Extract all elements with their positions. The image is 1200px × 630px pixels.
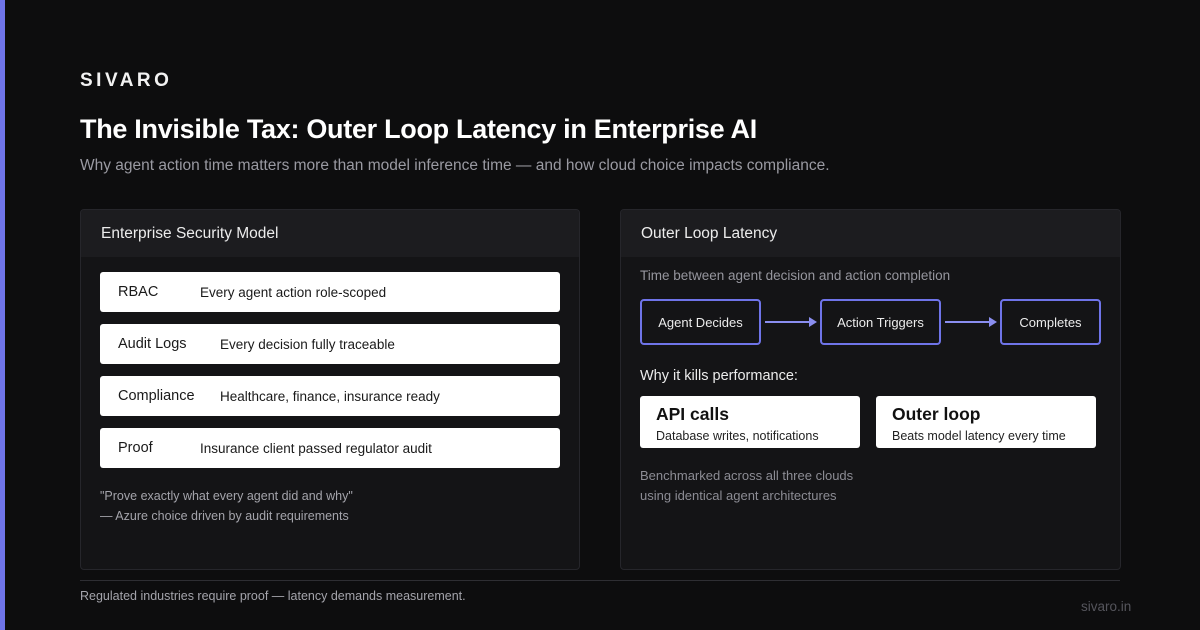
site-link[interactable]: sivaro.in — [1081, 599, 1131, 614]
security-row-value: Every agent action role-scoped — [200, 284, 387, 300]
security-row-proof: Proof Insurance client passed regulator … — [100, 428, 560, 468]
security-row-value: Every decision fully traceable — [220, 336, 395, 352]
latency-panel-heading: Outer Loop Latency — [621, 210, 1120, 257]
footer-text: Regulated industries require proof — lat… — [80, 589, 466, 603]
flow-arrow-icon — [765, 317, 817, 327]
benchmark-note-line-2: using identical agent architectures — [640, 488, 837, 503]
security-row-key: Compliance — [118, 388, 195, 404]
latency-panel: Outer Loop Latency Time between agent de… — [620, 209, 1121, 570]
security-row-compliance: Compliance Healthcare, finance, insuranc… — [100, 376, 560, 416]
footer-divider — [80, 580, 1120, 581]
page-title: The Invisible Tax: Outer Loop Latency in… — [80, 114, 757, 144]
brand-logo: SIVARO — [80, 70, 173, 91]
security-row-value: Insurance client passed regulator audit — [200, 440, 432, 456]
card-subtitle: Beats model latency every time — [892, 429, 1066, 443]
page-subtitle: Why agent action time matters more than … — [80, 157, 830, 174]
security-panel-heading: Enterprise Security Model — [81, 210, 579, 257]
flow-step-completes: Completes — [1000, 299, 1101, 345]
benchmark-note-line-1: Benchmarked across all three clouds — [640, 468, 854, 483]
flow-arrow-icon — [945, 317, 997, 327]
flow-step-agent-decides: Agent Decides — [640, 299, 761, 345]
latency-description: Time between agent decision and action c… — [640, 268, 951, 283]
security-row-value: Healthcare, finance, insurance ready — [220, 388, 440, 404]
security-row-audit-logs: Audit Logs Every decision fully traceabl… — [100, 324, 560, 364]
flow-step-action-triggers: Action Triggers — [820, 299, 941, 345]
accent-bar — [0, 0, 5, 630]
security-row-key: Audit Logs — [118, 336, 187, 352]
card-api-calls: API calls Database writes, notifications — [640, 396, 860, 448]
security-quote-attribution: — Azure choice driven by audit requireme… — [100, 509, 349, 523]
card-title: API calls — [656, 404, 729, 424]
security-row-key: RBAC — [118, 284, 159, 300]
card-subtitle: Database writes, notifications — [656, 429, 819, 443]
security-panel: Enterprise Security Model RBAC Every age… — [80, 209, 580, 570]
security-row-rbac: RBAC Every agent action role-scoped — [100, 272, 560, 312]
card-outer-loop: Outer loop Beats model latency every tim… — [876, 396, 1096, 448]
why-heading: Why it kills performance: — [640, 368, 798, 384]
security-quote: "Prove exactly what every agent did and … — [100, 489, 353, 503]
card-title: Outer loop — [892, 404, 981, 424]
security-row-key: Proof — [118, 440, 153, 456]
